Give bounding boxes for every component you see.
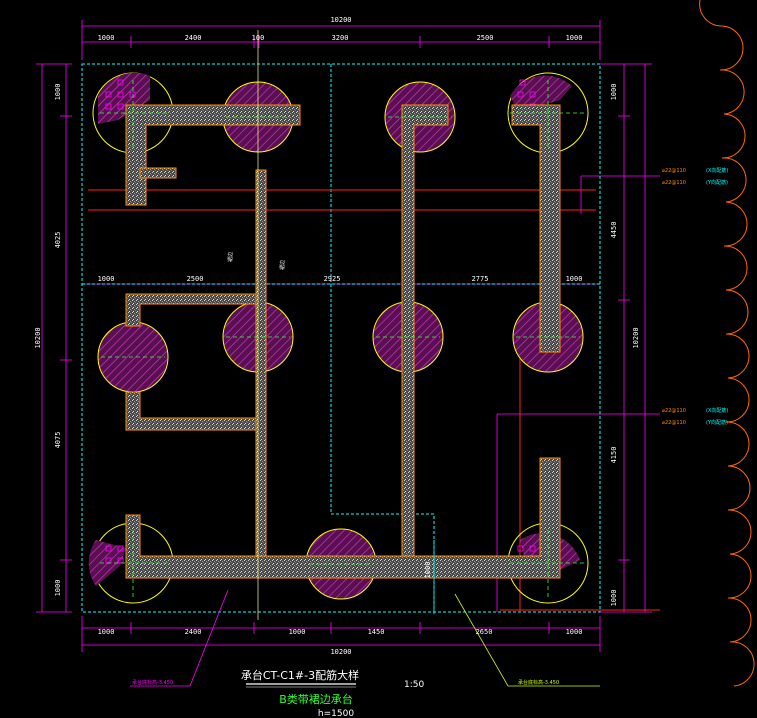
cad-drawing: 10200 1000 2400 100 3200 2500 1000 1000 … [34,0,755,718]
title-block: 承台CT-C1#-3配筋大样 1:50 B类带裙边承台 h=1500 [241,668,425,718]
dim-left-labels: 10200 1000 4025 4075 1000 [34,84,62,597]
dim-mid-seg: 1000 [566,275,583,283]
rebar-lines [88,189,660,612]
rebar-label: ⌀22@110 [662,168,686,174]
dim-mid-seg: 2500 [187,275,204,283]
dim-mid-seg: 2775 [472,275,489,283]
dim-left-total: 10200 [34,327,42,348]
dim-mid-seg: 2925 [324,275,341,283]
revision-cloud [699,0,755,687]
dim-left-seg: 4025 [54,232,62,249]
dim-bottom-seg: 1000 [98,628,115,636]
dim-bottom-labels: 1000 2400 1000 1450 2650 1000 10200 [98,628,583,656]
dim-bottom-seg: 1000 [289,628,306,636]
leader-note-right: 承台底标高-3.450 [518,679,559,686]
rebar-notes: ⌀22@110 (X向配筋) ⌀22@110 (Y向配筋) ⌀22@110 (X… [662,167,728,426]
rebar-label: ⌀22@110 [662,420,686,426]
dim-top-seg: 1000 [98,34,115,42]
dim-bottom-total: 10200 [330,648,351,656]
mid-label: 裙边 [279,260,286,270]
dim-top-seg: 1000 [566,34,583,42]
dim-mid-labels: 1000 2500 2925 2775 1000 [98,275,583,283]
rebar-label: ⌀22@110 [662,180,686,186]
dim-top-seg: 2400 [185,34,202,42]
dim-right-seg: 4150 [610,447,618,464]
dim-right-seg: 4450 [610,222,618,239]
dim-right-total: 10200 [632,327,640,348]
dim-bottom-seg: 1000 [566,628,583,636]
leader-note-left: 承台底标高-3.450 [132,679,173,686]
dim-right-seg: 1000 [610,590,618,607]
height-label: h=1500 [318,709,354,718]
rebar-label: ⌀22@110 [662,408,686,414]
dim-top-labels: 10200 1000 2400 100 3200 2500 1000 [98,16,583,42]
drawing-title: 承台CT-C1#-3配筋大样 [241,668,359,682]
rebar-note: (Y向配筋) [706,179,728,186]
rebar-note: (Y向配筋) [706,419,728,426]
rebar-note: (X向配筋) [706,407,728,414]
dim-mid-seg: 1000 [98,275,115,283]
dim-top-seg: 2500 [477,34,494,42]
dim-left-seg: 4075 [54,432,62,449]
pile-markers [105,79,536,564]
piles [88,72,589,604]
dim-bottom-seg: 1450 [368,628,385,636]
mid-label: 裙边 [227,252,234,262]
dim-top-seg: 3200 [332,34,349,42]
dim-left-seg: 1000 [54,84,62,101]
grade-beams [125,104,561,579]
dim-inner-vertical: 1000 [424,562,432,579]
dim-bottom-seg: 2400 [185,628,202,636]
drawing-subtitle: B类带裙边承台 [279,692,353,706]
dim-top-seg: 100 [252,34,265,42]
dim-bottom-seg: 2650 [476,628,493,636]
rebar-note: (X向配筋) [706,167,728,174]
dim-right-seg: 1000 [610,84,618,101]
dim-top-total: 10200 [330,16,351,24]
dim-left-seg: 1000 [54,580,62,597]
cad-drawing-canvas: 10200 1000 2400 100 3200 2500 1000 1000 … [0,0,757,718]
drawing-scale: 1:50 [404,680,424,690]
